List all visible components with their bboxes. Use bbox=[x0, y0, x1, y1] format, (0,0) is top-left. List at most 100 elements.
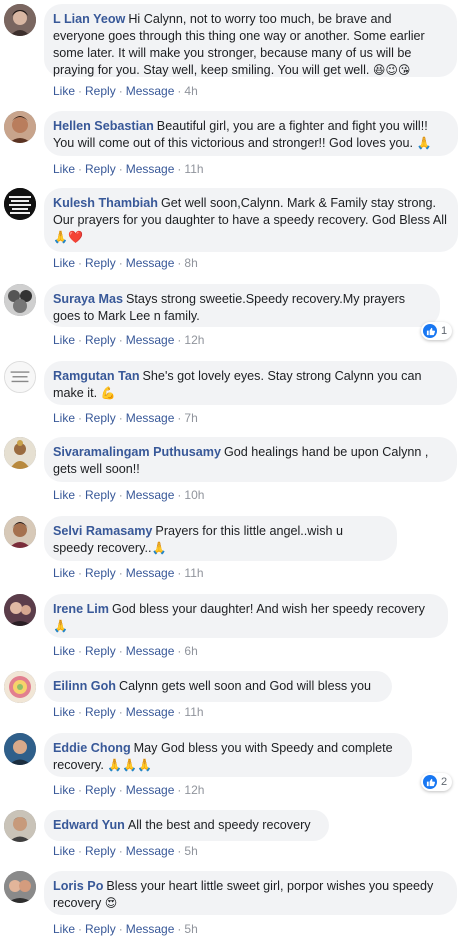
message-link[interactable]: Message bbox=[126, 162, 175, 176]
timestamp[interactable]: 11h bbox=[184, 162, 203, 176]
message-link[interactable]: Message bbox=[126, 256, 175, 270]
comment-author[interactable]: Eilinn Goh bbox=[53, 679, 116, 693]
avatar[interactable] bbox=[4, 594, 36, 626]
message-link[interactable]: Message bbox=[126, 566, 175, 580]
reply-link[interactable]: Reply bbox=[85, 566, 116, 580]
comment-author[interactable]: Suraya Mas bbox=[53, 292, 123, 306]
like-link[interactable]: Like bbox=[53, 783, 75, 797]
reaction-count-badge[interactable]: 1 bbox=[421, 322, 453, 340]
message-link[interactable]: Message bbox=[126, 644, 175, 658]
like-link[interactable]: Like bbox=[53, 256, 75, 270]
comment-bubble: Eddie Chong May God bless you with Speedy… bbox=[44, 733, 412, 777]
timestamp[interactable]: 7h bbox=[184, 411, 197, 425]
avatar[interactable] bbox=[4, 733, 36, 765]
avatar[interactable] bbox=[4, 284, 36, 316]
timestamp[interactable]: 12h bbox=[184, 783, 204, 797]
comment-author[interactable]: Selvi Ramasamy bbox=[53, 524, 152, 538]
message-link[interactable]: Message bbox=[126, 922, 175, 936]
like-link[interactable]: Like bbox=[53, 488, 75, 502]
separator: · bbox=[177, 644, 182, 658]
comment-author[interactable]: Sivaramalingam Puthusamy bbox=[53, 445, 221, 459]
separator: · bbox=[177, 84, 182, 98]
reply-link[interactable]: Reply bbox=[85, 256, 116, 270]
comment-author[interactable]: Hellen Sebastian bbox=[53, 119, 154, 133]
comment-emoji: 🙏❤️ bbox=[53, 230, 83, 244]
separator: · bbox=[118, 705, 123, 719]
separator: · bbox=[177, 333, 182, 347]
thumbs-up-icon bbox=[423, 775, 437, 789]
reply-link[interactable]: Reply bbox=[85, 333, 116, 347]
avatar[interactable] bbox=[4, 361, 36, 393]
separator: · bbox=[78, 844, 83, 858]
reply-link[interactable]: Reply bbox=[85, 162, 116, 176]
timestamp[interactable]: 5h bbox=[184, 922, 197, 936]
separator: · bbox=[118, 783, 123, 797]
comment-author[interactable]: Irene Lim bbox=[53, 602, 109, 616]
separator: · bbox=[177, 705, 182, 719]
like-link[interactable]: Like bbox=[53, 566, 75, 580]
like-link[interactable]: Like bbox=[53, 922, 75, 936]
reply-link[interactable]: Reply bbox=[85, 488, 116, 502]
message-link[interactable]: Message bbox=[126, 84, 175, 98]
timestamp[interactable]: 5h bbox=[184, 844, 197, 858]
like-link[interactable]: Like bbox=[53, 644, 75, 658]
separator: · bbox=[118, 488, 123, 502]
reply-link[interactable]: Reply bbox=[85, 644, 116, 658]
like-link[interactable]: Like bbox=[53, 162, 75, 176]
message-link[interactable]: Message bbox=[126, 411, 175, 425]
reply-link[interactable]: Reply bbox=[85, 84, 116, 98]
message-link[interactable]: Message bbox=[126, 844, 175, 858]
message-link[interactable]: Message bbox=[126, 488, 175, 502]
comment-author[interactable]: Ramgutan Tan bbox=[53, 369, 140, 383]
avatar[interactable] bbox=[4, 671, 36, 703]
comment-bubble: L Lian Yeow Hi Calynn, not to worry too m… bbox=[44, 4, 457, 77]
comment-actions: Like · Reply · Message · 10h bbox=[53, 488, 204, 502]
avatar[interactable] bbox=[4, 437, 36, 469]
like-link[interactable]: Like bbox=[53, 844, 75, 858]
reply-link[interactable]: Reply bbox=[85, 705, 116, 719]
avatar[interactable] bbox=[4, 4, 36, 36]
reply-link[interactable]: Reply bbox=[85, 844, 116, 858]
comment-author[interactable]: L Lian Yeow bbox=[53, 12, 125, 26]
separator: · bbox=[78, 333, 83, 347]
avatar[interactable] bbox=[4, 111, 36, 143]
comment-actions: Like · Reply · Message · 11h bbox=[53, 566, 204, 580]
comment-author[interactable]: Eddie Chong bbox=[53, 741, 131, 755]
avatar[interactable] bbox=[4, 871, 36, 903]
message-link[interactable]: Message bbox=[126, 333, 175, 347]
message-link[interactable]: Message bbox=[126, 783, 175, 797]
comment-author[interactable]: Kulesh Thambiah bbox=[53, 196, 158, 210]
avatar[interactable] bbox=[4, 188, 36, 220]
comment-bubble: Ramgutan Tan She's got lovely eyes. Stay … bbox=[44, 361, 457, 405]
comment-emoji: 🙏 bbox=[53, 619, 68, 633]
comment-actions: Like · Reply · Message · 12h bbox=[53, 783, 204, 797]
reply-link[interactable]: Reply bbox=[85, 411, 116, 425]
timestamp[interactable]: 8h bbox=[184, 256, 197, 270]
comment-bubble: Edward Yun All the best and speedy recove… bbox=[44, 810, 329, 841]
avatar[interactable] bbox=[4, 516, 36, 548]
timestamp[interactable]: 4h bbox=[184, 84, 197, 98]
timestamp[interactable]: 12h bbox=[184, 333, 204, 347]
timestamp[interactable]: 11h bbox=[184, 705, 203, 719]
like-link[interactable]: Like bbox=[53, 705, 75, 719]
comment-actions: Like · Reply · Message · 5h bbox=[53, 844, 198, 858]
reaction-count: 2 bbox=[441, 776, 448, 788]
comment-bubble: Suraya Mas Stays strong sweetie.Speedy re… bbox=[44, 284, 440, 327]
message-link[interactable]: Message bbox=[126, 705, 175, 719]
separator: · bbox=[118, 922, 123, 936]
comment-bubble: Eilinn Goh Calynn gets well soon and God … bbox=[44, 671, 392, 702]
like-link[interactable]: Like bbox=[53, 411, 75, 425]
comment-author[interactable]: Edward Yun bbox=[53, 818, 125, 832]
comment-author[interactable]: Loris Po bbox=[53, 879, 103, 893]
timestamp[interactable]: 10h bbox=[184, 488, 204, 502]
like-link[interactable]: Like bbox=[53, 333, 75, 347]
like-link[interactable]: Like bbox=[53, 84, 75, 98]
comment-bubble: Hellen Sebastian Beautiful girl, you are … bbox=[44, 111, 458, 156]
timestamp[interactable]: 11h bbox=[184, 566, 203, 580]
avatar[interactable] bbox=[4, 810, 36, 842]
reply-link[interactable]: Reply bbox=[85, 922, 116, 936]
reply-link[interactable]: Reply bbox=[85, 783, 116, 797]
reaction-count-badge[interactable]: 2 bbox=[421, 773, 453, 791]
comment-text: Calynn gets well soon and God will bless… bbox=[118, 679, 371, 693]
timestamp[interactable]: 6h bbox=[184, 644, 197, 658]
